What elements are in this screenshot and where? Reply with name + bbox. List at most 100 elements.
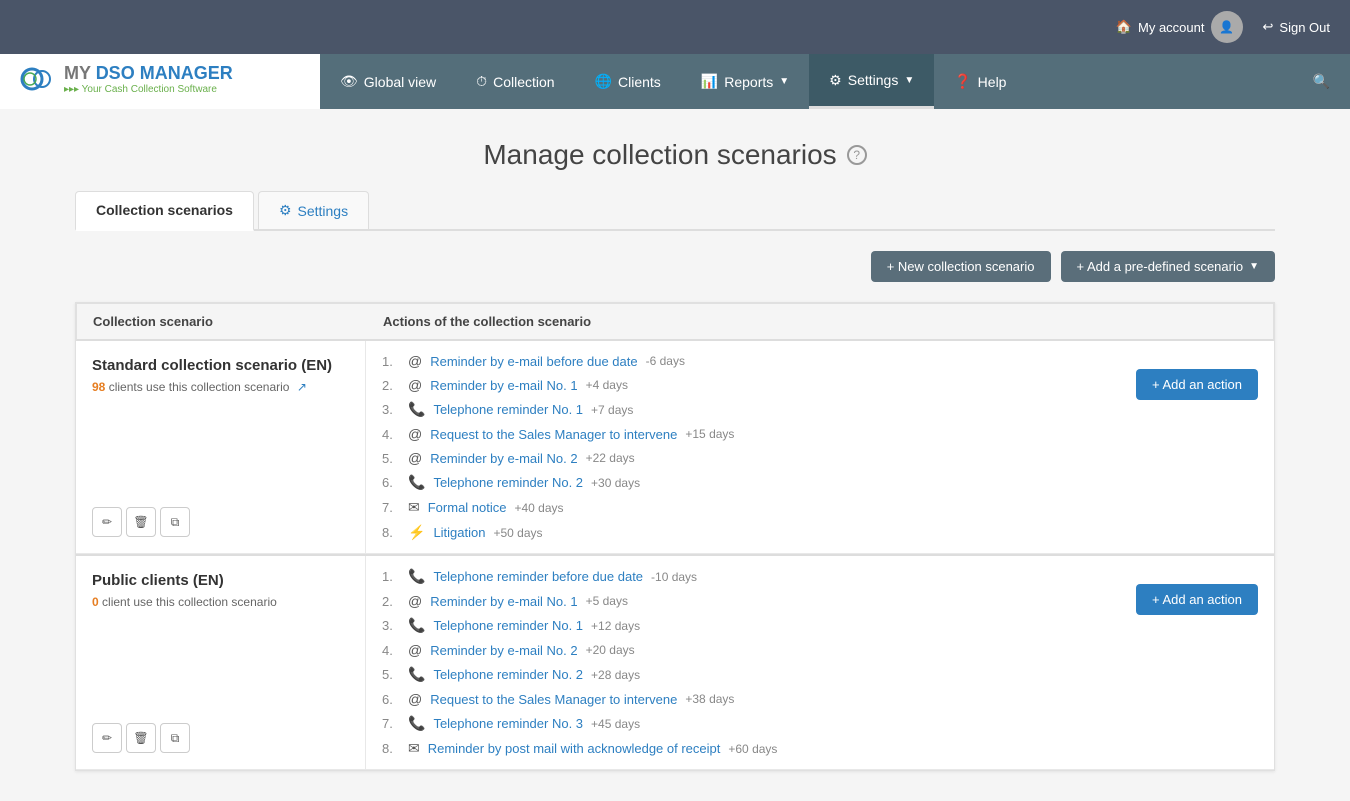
action-item: 4. @ Request to the Sales Manager to int…	[382, 422, 734, 446]
copy-button-standard[interactable]: ⧉	[160, 507, 190, 537]
action-link[interactable]: Formal notice	[428, 500, 507, 515]
email-icon: @	[408, 353, 422, 369]
action-link[interactable]: Request to the Sales Manager to interven…	[430, 427, 677, 442]
sign-out-label: Sign Out	[1279, 20, 1330, 35]
main-content: Manage collection scenarios ? Collection…	[55, 109, 1295, 801]
action-item: 1. 📞 Telephone reminder before due date …	[382, 564, 777, 589]
action-link[interactable]: Request to the Sales Manager to interven…	[430, 692, 677, 707]
add-predefined-scenario-button[interactable]: + Add a pre-defined scenario ▼	[1061, 251, 1276, 282]
action-link[interactable]: Telephone reminder No. 1	[433, 618, 583, 633]
sign-out-link[interactable]: ↩ Sign Out	[1263, 19, 1331, 35]
search-icon: 🔍	[1313, 73, 1330, 90]
email-icon: @	[408, 642, 422, 658]
copy-button-public[interactable]: ⧉	[160, 723, 190, 753]
action-link[interactable]: Reminder by e-mail before due date	[430, 354, 637, 369]
letter-icon: ✉	[408, 499, 420, 516]
action-link[interactable]: Telephone reminder before due date	[433, 569, 643, 584]
actions-bar: + New collection scenario + Add a pre-de…	[75, 251, 1275, 282]
add-action-container-public: + Add an action	[1136, 564, 1258, 615]
add-action-container-standard: + Add an action	[1136, 349, 1258, 400]
col-scenario-header: Collection scenario	[77, 314, 367, 329]
scenario-info-public: Public clients (EN) 0 client use this co…	[76, 556, 366, 769]
external-link-icon-standard: ↗	[297, 380, 307, 394]
settings-icon: ⚙	[829, 72, 842, 89]
scenario-action-buttons-standard: ✏ 🗑 ⧉	[92, 507, 349, 537]
phone-icon: 📞	[408, 666, 425, 683]
phone-icon: 📞	[408, 715, 425, 732]
clients-icon: 🌐	[595, 73, 612, 90]
action-link[interactable]: Reminder by e-mail No. 2	[430, 451, 577, 466]
logo: MY DSO MANAGER ▸▸▸ Your Cash Collection …	[20, 61, 233, 102]
scenario-name-public: Public clients (EN)	[92, 572, 349, 589]
action-item: 3. 📞 Telephone reminder No. 1 +7 days	[382, 397, 734, 422]
phone-icon: 📞	[408, 401, 425, 418]
action-link[interactable]: Reminder by e-mail No. 2	[430, 643, 577, 658]
action-link[interactable]: Telephone reminder No. 2	[433, 475, 583, 490]
avatar: 👤	[1211, 11, 1243, 43]
reports-dropdown-icon: ▼	[779, 76, 789, 87]
action-item: 5. @ Reminder by e-mail No. 2 +22 days	[382, 446, 734, 470]
email-icon: @	[408, 593, 422, 609]
scenario-info-standard: Standard collection scenario (EN) 98 cli…	[76, 341, 366, 553]
letter-icon: ✉	[408, 740, 420, 757]
action-item: 4. @ Reminder by e-mail No. 2 +20 days	[382, 638, 777, 662]
action-item: 6. 📞 Telephone reminder No. 2 +30 days	[382, 470, 734, 495]
delete-button-public[interactable]: 🗑	[126, 723, 156, 753]
help-tooltip-icon[interactable]: ?	[847, 145, 867, 165]
email-icon: @	[408, 450, 422, 466]
nav-search[interactable]: 🔍	[1293, 54, 1350, 109]
action-link[interactable]: Telephone reminder No. 2	[433, 667, 583, 682]
col-actions-header: Actions of the collection scenario	[367, 314, 1273, 329]
nav-clients[interactable]: 🌐 Clients	[575, 54, 681, 109]
nav-collection[interactable]: ⏱ Collection	[456, 54, 574, 109]
edit-button-public[interactable]: ✏	[92, 723, 122, 753]
edit-button-standard[interactable]: ✏	[92, 507, 122, 537]
action-item: 8. ✉ Reminder by post mail with acknowle…	[382, 736, 777, 761]
action-item: 7. ✉ Formal notice +40 days	[382, 495, 734, 520]
action-link[interactable]: Telephone reminder No. 1	[433, 402, 583, 417]
action-list-public: 1. 📞 Telephone reminder before due date …	[382, 564, 777, 761]
add-action-button-standard[interactable]: + Add an action	[1136, 369, 1258, 400]
action-link[interactable]: Telephone reminder No. 3	[433, 716, 583, 731]
delete-button-standard[interactable]: 🗑	[126, 507, 156, 537]
action-link[interactable]: Reminder by e-mail No. 1	[430, 378, 577, 393]
tab-settings[interactable]: ⚙ Settings	[258, 191, 369, 229]
scenario-actions-standard: 1. @ Reminder by e-mail before due date …	[366, 341, 1274, 553]
lightning-icon: ⚡	[408, 524, 425, 541]
email-icon: @	[408, 691, 422, 707]
global-view-icon: 👁	[340, 73, 358, 90]
action-item: 5. 📞 Telephone reminder No. 2 +28 days	[382, 662, 777, 687]
logo-area: MY DSO MANAGER ▸▸▸ Your Cash Collection …	[0, 54, 320, 109]
signout-icon: ↩	[1263, 19, 1274, 35]
action-item: 3. 📞 Telephone reminder No. 1 +12 days	[382, 613, 777, 638]
my-account-label: My account	[1138, 20, 1204, 35]
action-item: 6. @ Request to the Sales Manager to int…	[382, 687, 777, 711]
action-list-standard: 1. @ Reminder by e-mail before due date …	[382, 349, 734, 545]
predefined-dropdown-icon: ▼	[1249, 261, 1259, 272]
action-item: 2. @ Reminder by e-mail No. 1 +5 days	[382, 589, 777, 613]
nav-reports[interactable]: 📊 Reports ▼	[681, 54, 809, 109]
header-nav-bar: MY DSO MANAGER ▸▸▸ Your Cash Collection …	[0, 54, 1350, 109]
new-collection-scenario-button[interactable]: + New collection scenario	[871, 251, 1051, 282]
email-icon: @	[408, 377, 422, 393]
phone-icon: 📞	[408, 568, 425, 585]
logo-icon	[20, 61, 60, 97]
action-link[interactable]: Reminder by post mail with acknowledge o…	[428, 741, 721, 756]
my-account-link[interactable]: 🏠 My account 👤	[1116, 11, 1243, 43]
settings-tab-icon: ⚙	[279, 202, 292, 219]
scenario-name-standard: Standard collection scenario (EN)	[92, 357, 349, 374]
action-item: 2. @ Reminder by e-mail No. 1 +4 days	[382, 373, 734, 397]
nav-global-view[interactable]: 👁 Global view	[320, 54, 456, 109]
nav-settings[interactable]: ⚙ Settings ▼	[809, 54, 934, 109]
tab-collection-scenarios[interactable]: Collection scenarios	[75, 191, 254, 231]
action-link[interactable]: Reminder by e-mail No. 1	[430, 594, 577, 609]
scenario-actions-public: 1. 📞 Telephone reminder before due date …	[366, 556, 1274, 769]
nav-help[interactable]: ❓ Help	[934, 54, 1026, 109]
action-link[interactable]: Litigation	[433, 525, 485, 540]
table-header: Collection scenario Actions of the colle…	[76, 303, 1274, 341]
tabs: Collection scenarios ⚙ Settings	[75, 191, 1275, 231]
scenario-clients-public: 0 client use this collection scenario	[92, 595, 349, 609]
scenario-row-standard: Standard collection scenario (EN) 98 cli…	[76, 341, 1274, 554]
phone-icon: 📞	[408, 474, 425, 491]
add-action-button-public[interactable]: + Add an action	[1136, 584, 1258, 615]
